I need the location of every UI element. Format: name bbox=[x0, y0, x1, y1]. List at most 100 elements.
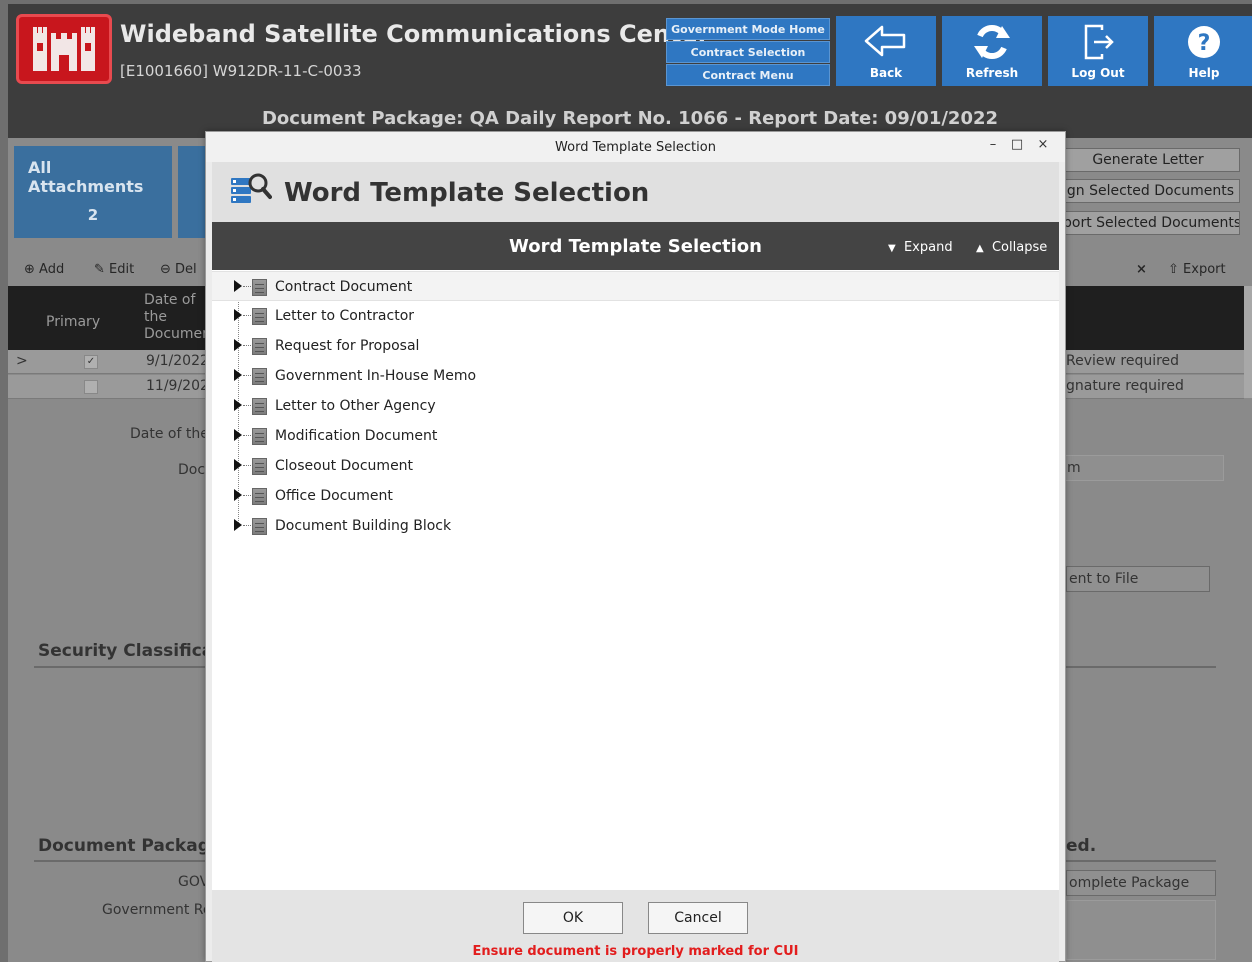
tree-item-letter-to-contractor[interactable]: Letter to Contractor bbox=[212, 301, 1059, 331]
complete-package-button[interactable]: omplete Package bbox=[1066, 870, 1216, 896]
expand-arrow-icon[interactable] bbox=[234, 309, 242, 321]
tree-item-closeout-document[interactable]: Closeout Document bbox=[212, 451, 1059, 481]
tree-item-label: Request for Proposal bbox=[275, 338, 420, 354]
expand-arrow-icon[interactable] bbox=[234, 399, 242, 411]
primary-column-header[interactable]: Primary bbox=[46, 314, 100, 330]
expand-arrow-icon[interactable] bbox=[234, 429, 242, 441]
collapse-button[interactable]: ▲ Collapse bbox=[976, 240, 1047, 255]
date-column-header[interactable]: Date of the Documen bbox=[144, 292, 211, 343]
expand-arrow-icon[interactable] bbox=[234, 459, 242, 471]
tree-item-office-document[interactable]: Office Document bbox=[212, 481, 1059, 511]
folder-icon bbox=[252, 428, 267, 445]
close-icon[interactable]: × bbox=[1034, 136, 1052, 154]
expand-arrow-icon[interactable] bbox=[234, 489, 242, 501]
contract-identifier: [E1001660] W912DR-11-C-0033 bbox=[120, 62, 362, 80]
ok-button[interactable]: OK bbox=[523, 902, 623, 934]
row-date: 9/1/2022 bbox=[146, 353, 209, 369]
expand-arrow-icon[interactable] bbox=[234, 519, 242, 531]
folder-icon bbox=[252, 518, 267, 535]
folder-icon bbox=[252, 398, 267, 415]
nav-links: Government Mode Home Contract Selection … bbox=[666, 18, 830, 87]
tree-connector bbox=[243, 435, 251, 436]
castle-icon bbox=[33, 27, 95, 71]
folder-icon bbox=[252, 338, 267, 355]
section-divider bbox=[34, 860, 206, 862]
maximize-icon[interactable]: □ bbox=[1008, 136, 1026, 154]
row-expander-icon[interactable]: > bbox=[16, 353, 28, 369]
export-button[interactable]: ⇧ Export bbox=[1168, 262, 1226, 277]
help-label: Help bbox=[1188, 66, 1220, 80]
tree-connector bbox=[243, 375, 251, 376]
collapse-label: Collapse bbox=[991, 240, 1048, 255]
add-label: Add bbox=[39, 262, 65, 277]
row-status: Review required bbox=[1066, 353, 1180, 369]
section-divider bbox=[34, 666, 206, 668]
edit-label: Edit bbox=[109, 262, 135, 277]
contract-menu-link[interactable]: Contract Menu bbox=[666, 64, 830, 86]
package-title: Document Package: QA Daily Report No. 10… bbox=[261, 108, 999, 129]
section-divider bbox=[1066, 666, 1216, 668]
sign-selected-documents-button[interactable]: ign Selected Documents bbox=[1062, 179, 1240, 203]
contract-selection-link[interactable]: Contract Selection bbox=[666, 41, 830, 63]
back-button[interactable]: Back bbox=[836, 16, 936, 86]
edit-button[interactable]: ✎ Edit bbox=[94, 262, 134, 277]
tree-item-modification-document[interactable]: Modification Document bbox=[212, 421, 1059, 451]
tree-connector bbox=[243, 345, 251, 346]
dialog-band: Word Template Selection ▼ Expand ▲ Colla… bbox=[212, 222, 1059, 270]
table-scrollbar[interactable] bbox=[1244, 286, 1252, 398]
tree-item-label: Modification Document bbox=[275, 428, 438, 444]
tree-item-government-in-house-memo[interactable]: Government In-House Memo bbox=[212, 361, 1059, 391]
tree-item-label: Letter to Contractor bbox=[275, 308, 415, 324]
expand-arrow-icon[interactable] bbox=[234, 280, 242, 292]
export-selected-documents-button[interactable]: port Selected Documents bbox=[1062, 211, 1240, 235]
refresh-button[interactable]: Refresh bbox=[942, 16, 1042, 86]
tree-item-document-building-block[interactable]: Document Building Block bbox=[212, 511, 1059, 541]
expand-arrow-icon[interactable] bbox=[234, 339, 242, 351]
tree-item-contract-document[interactable]: Contract Document bbox=[212, 271, 1059, 301]
tree-item-label: Letter to Other Agency bbox=[275, 398, 436, 414]
attachment-category-tile[interactable] bbox=[178, 146, 208, 238]
log-out-button[interactable]: Log Out bbox=[1048, 16, 1148, 86]
generate-letter-button[interactable]: Generate Letter bbox=[1062, 148, 1240, 172]
add-button[interactable]: ⊕ Add bbox=[24, 262, 64, 277]
primary-checkbox[interactable] bbox=[84, 380, 98, 394]
usace-castle-logo bbox=[16, 14, 112, 84]
expand-label: Expand bbox=[903, 240, 953, 255]
expand-arrow-icon[interactable] bbox=[234, 369, 242, 381]
tree-item-label: Office Document bbox=[275, 488, 393, 504]
all-attachments-label: All Attachments bbox=[28, 158, 144, 196]
all-attachments-tile[interactable]: All Attachments 2 bbox=[14, 146, 172, 238]
delete-button[interactable]: ⊖ Del bbox=[160, 262, 197, 277]
attach-document-to-file-button[interactable]: ent to File bbox=[1066, 566, 1210, 592]
tree-item-label: Contract Document bbox=[275, 279, 413, 295]
government-reviewer-label: Government Re bbox=[102, 902, 212, 918]
government-reviewer-field[interactable] bbox=[1066, 900, 1216, 960]
help-button[interactable]: ? Help bbox=[1154, 16, 1252, 86]
log-out-label: Log Out bbox=[1071, 66, 1125, 80]
document-label: Doc bbox=[178, 462, 206, 478]
tree-item-label: Document Building Block bbox=[275, 518, 452, 534]
document-field[interactable]: m bbox=[1064, 455, 1224, 481]
folder-icon bbox=[252, 279, 267, 296]
primary-checkbox[interactable]: ✓ bbox=[84, 355, 98, 369]
government-mode-home-link[interactable]: Government Mode Home bbox=[666, 18, 830, 40]
refresh-label: Refresh bbox=[965, 66, 1019, 80]
row-date: 11/9/202 bbox=[146, 378, 209, 394]
tree-connector bbox=[243, 405, 251, 406]
app-title: Wideband Satellite Communications Center bbox=[120, 20, 710, 48]
document-package-heading: Document Package bbox=[38, 836, 222, 856]
tree-connector bbox=[243, 525, 251, 526]
tree-item-request-for-proposal[interactable]: Request for Proposal bbox=[212, 331, 1059, 361]
minimize-icon[interactable]: – bbox=[984, 136, 1002, 154]
folder-icon bbox=[252, 368, 267, 385]
expand-button[interactable]: ▼ Expand bbox=[888, 240, 953, 255]
log-out-icon bbox=[1084, 24, 1114, 60]
security-classification-heading: Security Classificati bbox=[38, 641, 228, 661]
cancel-button[interactable]: Cancel bbox=[648, 902, 748, 934]
collapse-triangle-icon: ▲ bbox=[976, 243, 984, 254]
refresh-icon bbox=[974, 25, 1010, 59]
dialog-footer: OK Cancel Ensure document is properly ma… bbox=[212, 890, 1059, 962]
clear-filter-icon[interactable]: × bbox=[1136, 262, 1147, 277]
tree-item-letter-to-other-agency[interactable]: Letter to Other Agency bbox=[212, 391, 1059, 421]
dialog-titlebar[interactable]: Word Template Selection – □ × bbox=[206, 132, 1065, 162]
